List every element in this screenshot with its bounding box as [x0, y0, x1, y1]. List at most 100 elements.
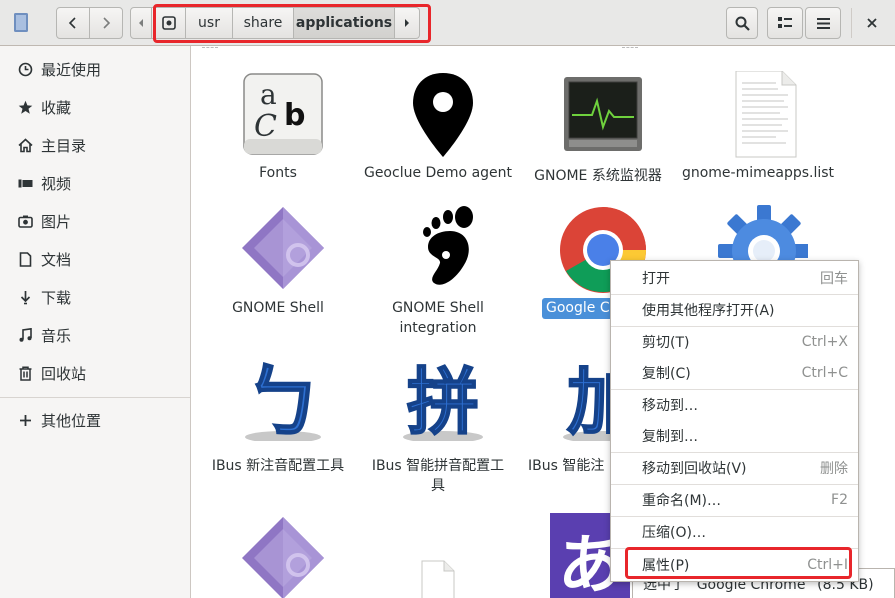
sidebar-item-label: 其他位置: [41, 411, 102, 430]
file-item[interactable]: GNOME Shell: [198, 205, 358, 345]
menu-item-move-to[interactable]: 移动到…: [611, 390, 858, 420]
file-name: GNOME 系统监视器: [534, 168, 662, 184]
video-icon: [17, 175, 33, 191]
sidebar-item-label: 收藏: [41, 98, 72, 117]
file-item[interactable]: a C b Fonts: [198, 71, 358, 191]
back-button[interactable]: [57, 8, 89, 38]
menu-item-open[interactable]: 打开 回车: [611, 263, 858, 293]
sidebar-item-trash[interactable]: 回收站: [0, 355, 190, 391]
file-name: Fonts: [259, 165, 297, 181]
menu-item-properties[interactable]: 属性(P) Ctrl+I: [611, 550, 858, 580]
menu-item-copy-to[interactable]: 复制到…: [611, 421, 858, 451]
menu-item-open-with[interactable]: 使用其他程序打开(A): [611, 295, 858, 325]
chevron-right-icon: [103, 17, 111, 29]
camera-icon: [17, 213, 33, 229]
system-monitor-icon: [564, 77, 642, 151]
text-file-icon: [735, 71, 797, 158]
star-icon: [17, 99, 33, 115]
forward-button[interactable]: [89, 8, 122, 38]
menu-item-compress[interactable]: 压缩(O)…: [611, 517, 858, 547]
sidebar-item-downloads[interactable]: 下载: [0, 279, 190, 315]
file-item[interactable]: ㄅ IBus 新注音配置工具: [198, 351, 358, 501]
file-name: Geoclue Demo agent: [363, 165, 513, 181]
sidebar-item-other-locations[interactable]: 其他位置: [0, 402, 190, 438]
map-pin-icon: [413, 73, 473, 157]
file-item[interactable]: Geoclue Demo agent: [358, 71, 518, 191]
drop-indicator: [622, 47, 638, 49]
sidebar-item-documents[interactable]: 文档: [0, 241, 190, 277]
sidebar-item-label: 视频: [41, 174, 72, 193]
download-icon: [17, 289, 33, 305]
drop-indicator: [202, 47, 218, 49]
svg-text:拼: 拼: [407, 360, 479, 441]
path-crumb-usr[interactable]: usr: [186, 7, 233, 39]
file-name: GNOME Shell: [232, 300, 324, 316]
svg-text:b: b: [284, 98, 305, 133]
pinyin-icon: 拼: [403, 359, 483, 441]
sidebar-item-recent[interactable]: 最近使用: [0, 51, 190, 87]
path-crumb-applications[interactable]: applications: [294, 7, 395, 39]
menu-separator: [611, 548, 858, 549]
music-icon: [17, 327, 33, 343]
menu-item-move-to-trash[interactable]: 移动到回收站(V) 删除: [611, 453, 858, 483]
file-item[interactable]: 拼 IBus 智能拼音配置工 具: [358, 351, 518, 501]
file-item[interactable]: [358, 515, 518, 598]
sidebar-item-starred[interactable]: 收藏: [0, 89, 190, 125]
file-name: integration: [399, 320, 477, 336]
triangle-right-icon: [405, 19, 409, 27]
path-scroll-left-button[interactable]: [130, 7, 152, 39]
sidebar-item-label: 图片: [41, 212, 72, 231]
menu-item-rename[interactable]: 重命名(M)… F2: [611, 485, 858, 515]
file-item[interactable]: GNOME 系统监视器: [518, 71, 678, 191]
sidebar: 最近使用 收藏 主目录 视频 图片 文档 下载 音乐 回收站 其他位置: [0, 46, 191, 598]
sidebar-item-pictures[interactable]: 图片: [0, 203, 190, 239]
path-crumb-share[interactable]: share: [233, 7, 294, 39]
file-name: IBus 新注音配置工具: [211, 458, 345, 474]
hamburger-icon: [816, 17, 830, 29]
header-bar: usr share applications: [0, 0, 895, 46]
sidebar-item-home[interactable]: 主目录: [0, 127, 190, 163]
path-root-button[interactable]: [152, 7, 186, 39]
menu-item-copy[interactable]: 复制(C) Ctrl+C: [611, 358, 858, 388]
file-item[interactable]: gnome-mimeapps.list: [678, 71, 838, 191]
svg-text:C: C: [254, 109, 277, 144]
context-menu: 打开 回车 使用其他程序打开(A) 剪切(T) Ctrl+X 复制(C) Ctr…: [610, 260, 859, 582]
document-icon: [17, 251, 33, 267]
close-button[interactable]: [858, 8, 886, 38]
file-name: GNOME Shell: [392, 300, 484, 316]
drive-icon: [161, 16, 176, 30]
sidebar-item-label: 最近使用: [41, 60, 102, 79]
gnome-foot-icon: [423, 206, 473, 285]
sidebar-item-videos[interactable]: 视频: [0, 165, 190, 201]
sidebar-item-label: 音乐: [41, 326, 72, 345]
search-button[interactable]: [726, 7, 758, 39]
file-item[interactable]: GNOME Shell integration: [358, 205, 518, 345]
sidebar-item-label: 文档: [41, 250, 72, 269]
file-item[interactable]: [198, 515, 358, 598]
fonts-icon: a C b: [243, 73, 323, 155]
triangle-left-icon: [139, 19, 143, 27]
sidebar-item-label: 下载: [41, 288, 72, 307]
home-icon: [17, 137, 33, 153]
search-icon: [735, 16, 750, 31]
svg-text:ㄅ: ㄅ: [244, 358, 322, 441]
bopomofo-icon: ㄅ: [243, 357, 323, 441]
close-icon: [867, 18, 877, 28]
trash-icon: [17, 365, 33, 381]
menu-item-cut[interactable]: 剪切(T) Ctrl+X: [611, 327, 858, 357]
file-name: IBus 智能拼音配置工: [371, 458, 505, 474]
header-separator: [851, 8, 852, 38]
history-nav: [56, 7, 123, 39]
clock-icon: [17, 61, 33, 77]
path-scroll-right-button[interactable]: [395, 7, 420, 39]
file-item[interactable]: [678, 205, 838, 295]
view-mode-button[interactable]: [767, 7, 803, 39]
sidebar-item-music[interactable]: 音乐: [0, 317, 190, 353]
path-bar: usr share applications: [130, 7, 420, 39]
svg-text:a: a: [260, 78, 277, 111]
list-view-icon: [778, 17, 792, 28]
file-name: gnome-mimeapps.list: [681, 165, 835, 181]
files-app-icon: [14, 13, 28, 32]
menu-button[interactable]: [805, 7, 841, 39]
gnome-shell-icon: [242, 207, 324, 289]
